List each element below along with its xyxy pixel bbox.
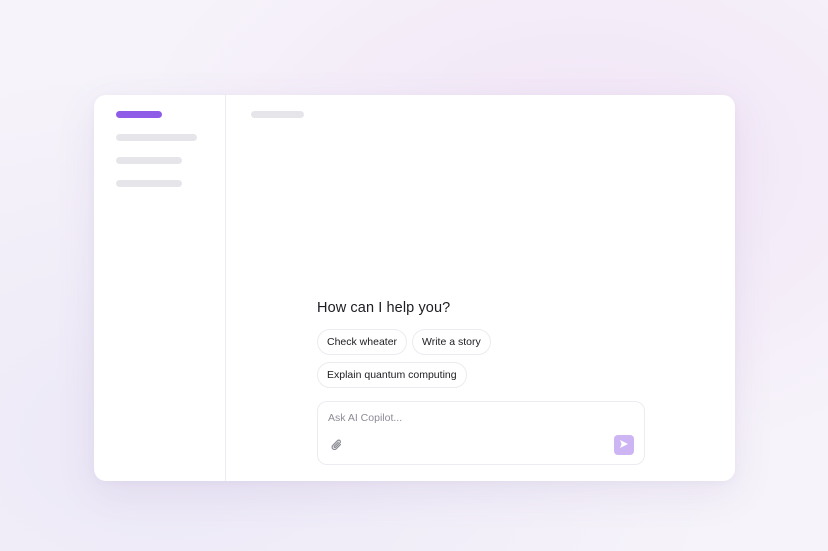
paperclip-icon[interactable]: [331, 438, 343, 452]
sidebar-item-placeholder[interactable]: [116, 180, 182, 187]
send-button[interactable]: [614, 435, 634, 455]
prompt-composer: [317, 401, 645, 465]
greeting-heading: How can I help you?: [317, 300, 451, 316]
prompt-input[interactable]: [328, 412, 588, 424]
suggestion-chip-explain-quantum[interactable]: Explain quantum computing: [317, 362, 467, 388]
suggestion-chip-write-story[interactable]: Write a story: [412, 329, 491, 355]
title-placeholder: [251, 111, 304, 118]
sidebar: [94, 95, 226, 481]
sidebar-item-placeholder[interactable]: [116, 157, 182, 164]
sidebar-item-placeholder[interactable]: [116, 134, 197, 141]
app-window: How can I help you? Check wheater Write …: [94, 95, 735, 481]
suggestion-chip-check-weather[interactable]: Check wheater: [317, 329, 408, 355]
send-icon: [619, 436, 629, 454]
sidebar-item-active[interactable]: [116, 111, 162, 118]
